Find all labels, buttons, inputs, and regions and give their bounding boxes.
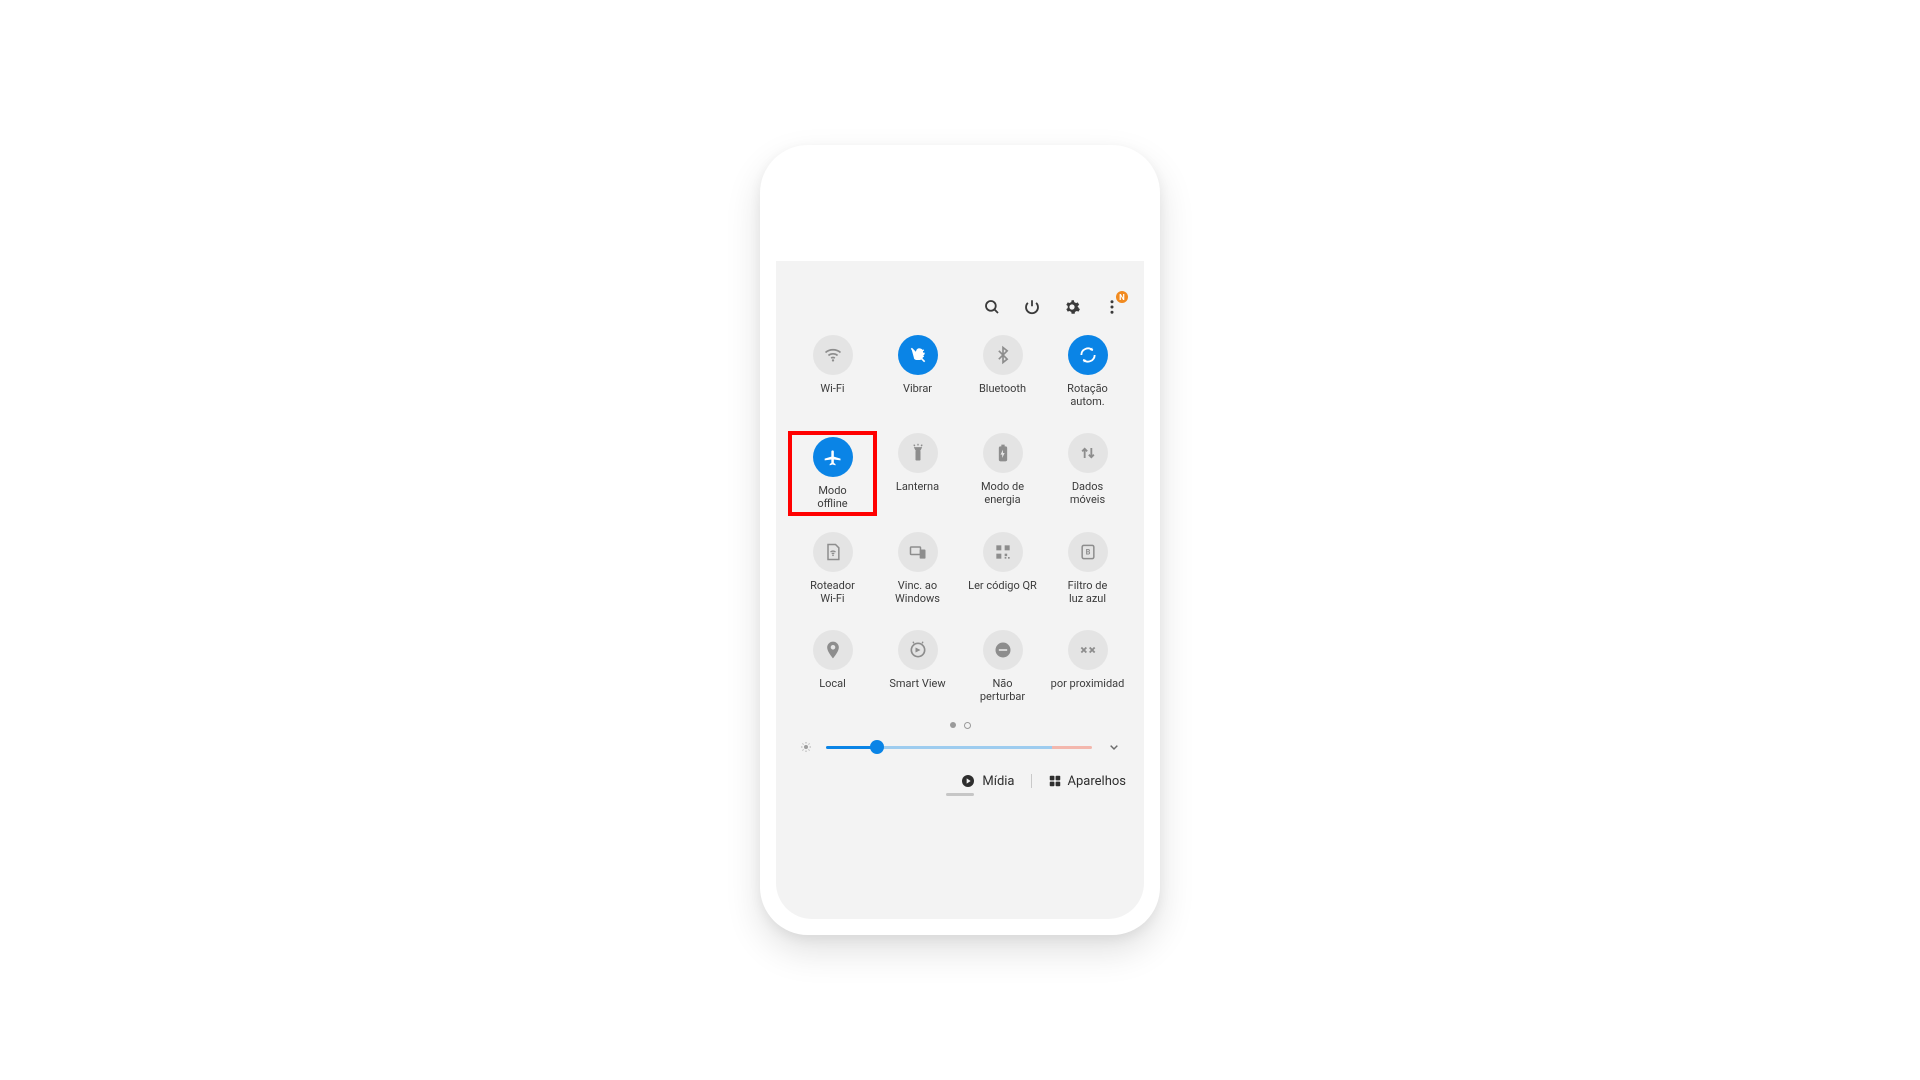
tile-qr-scan[interactable]: Ler código QR [960, 532, 1045, 612]
phone-screen: N Wi-Fi V [776, 161, 1144, 919]
tile-link-windows[interactable]: Vinc. ao Windows [875, 532, 960, 612]
media-button[interactable]: Mídia [960, 773, 1014, 789]
tile-label: Vinc. ao Windows [895, 580, 940, 605]
vibrate-icon [898, 335, 938, 375]
page-stage: N Wi-Fi V [0, 0, 1920, 1080]
tile-mobile-data[interactable]: Dados móveis [1045, 433, 1130, 514]
tile-vibrate[interactable]: Vibrar [875, 335, 960, 415]
tile-label: por proximidad [1051, 678, 1125, 691]
tile-wifi[interactable]: Wi-Fi [790, 335, 875, 415]
tile-label: Lanterna [896, 481, 939, 494]
tile-label: Rotação autom. [1067, 383, 1108, 408]
tile-label: Bluetooth [979, 383, 1026, 396]
brightness-slider[interactable] [826, 746, 1092, 749]
rotation-icon [1068, 335, 1108, 375]
notification-badge: N [1116, 291, 1128, 303]
qr-code-icon [983, 532, 1023, 572]
tile-label: Vibrar [903, 383, 932, 396]
screen-top-blank [776, 161, 1144, 261]
tile-label: Modo de energia [981, 481, 1024, 506]
tile-label: Wi-Fi [820, 383, 844, 396]
nearby-share-icon [1068, 630, 1108, 670]
devices-button[interactable]: Aparelhos [1048, 774, 1126, 789]
bluetooth-icon [983, 335, 1023, 375]
brightness-icon [800, 741, 812, 753]
airplane-icon [813, 437, 853, 477]
separator [1031, 774, 1032, 788]
tile-rotation[interactable]: Rotação autom. [1045, 335, 1130, 415]
tile-label: Dados móveis [1070, 481, 1105, 506]
tile-airplane-mode[interactable]: Modo offline [790, 433, 875, 514]
search-icon[interactable] [982, 297, 1002, 317]
tile-hotspot[interactable]: Roteador Wi-Fi [790, 532, 875, 612]
more-options-icon[interactable]: N [1102, 297, 1122, 317]
mobile-data-icon [1068, 433, 1108, 473]
tile-label: Smart View [889, 678, 945, 691]
panel-bottombar: Mídia Aparelhos [776, 759, 1144, 791]
blue-light-icon: B [1068, 532, 1108, 572]
svg-text:B: B [1085, 548, 1090, 557]
drag-handle[interactable] [946, 793, 974, 796]
devices-label: Aparelhos [1068, 774, 1126, 789]
tile-label: Ler código QR [968, 580, 1037, 593]
dnd-icon [983, 630, 1023, 670]
tile-nearby-share[interactable]: por proximidad [1045, 630, 1130, 710]
brightness-row [776, 735, 1144, 759]
gear-icon[interactable] [1062, 297, 1082, 317]
power-icon[interactable] [1022, 297, 1042, 317]
expand-brightness-icon[interactable] [1106, 739, 1122, 755]
hotspot-icon [813, 532, 853, 572]
page-dot-inactive [964, 722, 971, 729]
battery-icon [983, 433, 1023, 473]
tile-label: Modo offline [817, 485, 847, 510]
tile-label: Local [819, 678, 846, 691]
quick-settings-panel: N Wi-Fi V [776, 261, 1144, 919]
cast-icon [898, 630, 938, 670]
location-pin-icon [813, 630, 853, 670]
tile-power-saving[interactable]: Modo de energia [960, 433, 1045, 514]
panel-topbar: N [776, 261, 1144, 327]
tiles-grid: Wi-Fi Vibrar Bluetooth [776, 327, 1144, 710]
phone-mockup-frame: N Wi-Fi V [760, 145, 1160, 935]
tile-label: Não perturbar [980, 678, 1025, 703]
media-label: Mídia [982, 774, 1014, 789]
page-dot-active [950, 722, 956, 728]
tile-bluetooth[interactable]: Bluetooth [960, 335, 1045, 415]
tile-flashlight[interactable]: Lanterna [875, 433, 960, 514]
tile-label: Filtro de luz azul [1068, 580, 1108, 605]
tile-label: Roteador Wi-Fi [810, 580, 855, 605]
tile-smart-view[interactable]: Smart View [875, 630, 960, 710]
tile-blue-light-filter[interactable]: B Filtro de luz azul [1045, 532, 1130, 612]
slider-thumb[interactable] [870, 740, 884, 754]
devices-icon [898, 532, 938, 572]
wifi-icon [813, 335, 853, 375]
apps-grid-icon [1048, 774, 1062, 788]
play-circle-icon [960, 773, 976, 789]
tile-do-not-disturb[interactable]: Não perturbar [960, 630, 1045, 710]
flashlight-icon [898, 433, 938, 473]
page-indicator [776, 710, 1144, 735]
tile-location[interactable]: Local [790, 630, 875, 710]
